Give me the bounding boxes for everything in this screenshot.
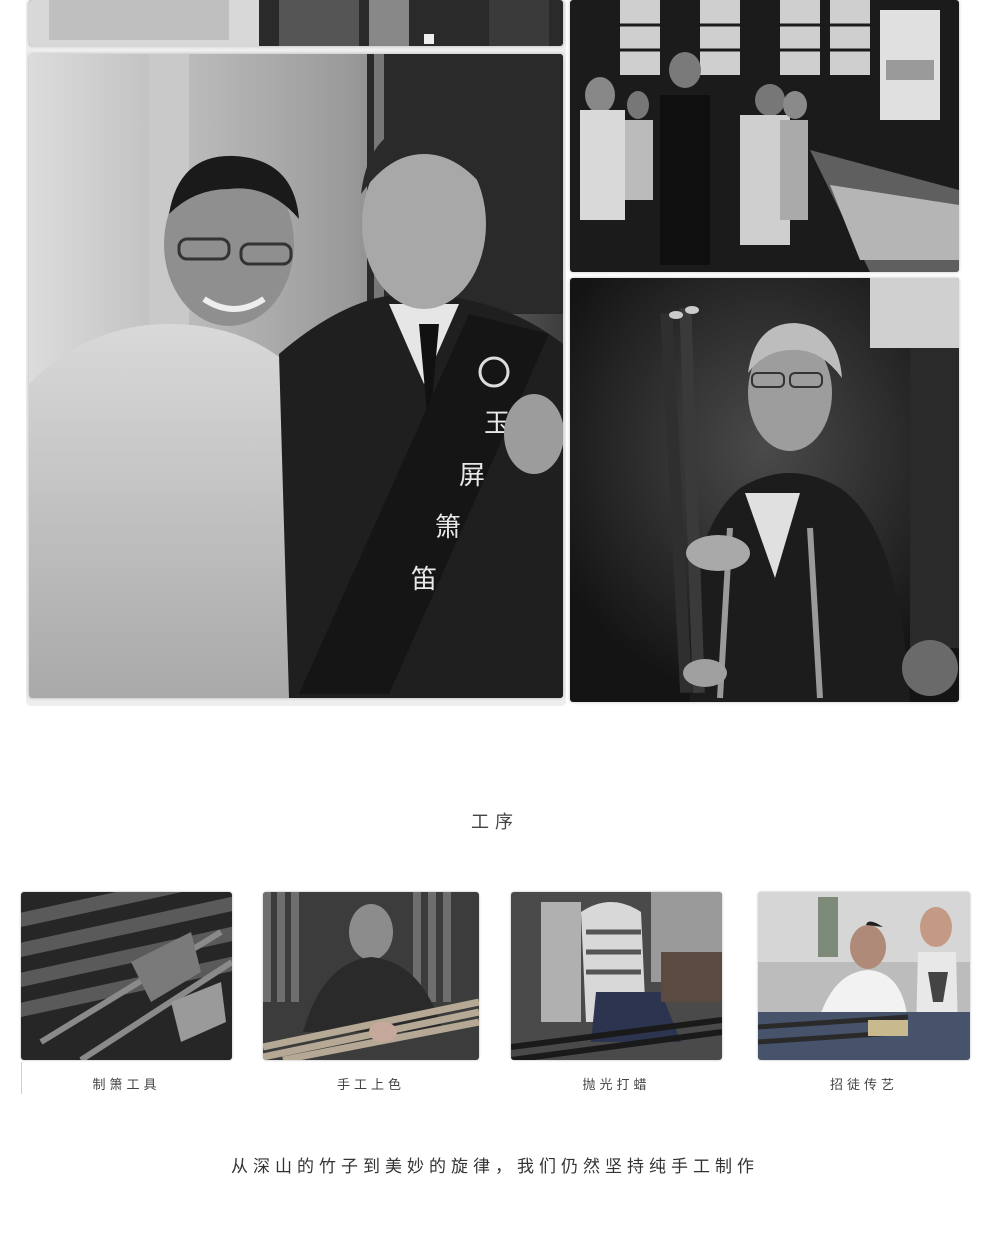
process-image-polishing[interactable] (511, 892, 722, 1060)
process-image-tools[interactable] (21, 892, 232, 1060)
svg-text:箫: 箫 (435, 513, 461, 543)
process-item-tools[interactable]: 制箫工具 (21, 892, 232, 1093)
process-label-polishing: 抛光打蜡 (582, 1078, 651, 1093)
gallery-photo-visit-portrait[interactable]: 玉 屏 箫 笛 (29, 54, 563, 698)
process-label-apprentice: 招徒传艺 (829, 1078, 898, 1093)
process-label-coloring: 手工上色 (336, 1078, 405, 1093)
tagline: 从深山的竹子到美妙的旋律，我们仍然坚持纯手工制作 (231, 1157, 759, 1177)
gallery-photo-exhibition-visitors[interactable] (570, 0, 959, 272)
process-label-tools: 制箫工具 (92, 1078, 161, 1093)
gallery-photo-top-left-crop[interactable] (29, 0, 563, 46)
process-item-coloring[interactable]: 手工上色 (263, 892, 479, 1093)
svg-text:笛: 笛 (411, 565, 437, 595)
process-item-apprentice[interactable]: 招徒传艺 (758, 892, 970, 1093)
process-image-apprentice[interactable] (758, 892, 970, 1060)
svg-text:屏: 屏 (459, 461, 485, 491)
process-item-polishing[interactable]: 抛光打蜡 (511, 892, 722, 1093)
process-image-coloring[interactable] (263, 892, 479, 1060)
gallery-photo-artisan-holding-flutes[interactable] (570, 278, 959, 702)
process-section-title: 工序 (471, 812, 519, 833)
